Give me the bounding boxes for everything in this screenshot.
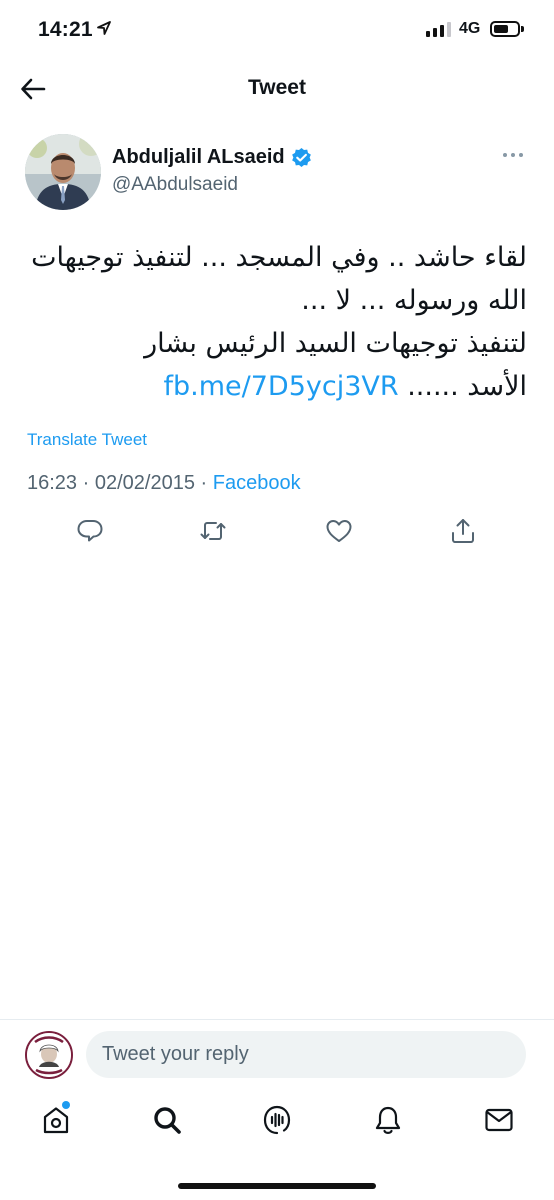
- like-button[interactable]: [325, 517, 353, 545]
- meta-separator: ·: [200, 472, 208, 494]
- divider: [0, 1019, 554, 1020]
- tweet-date: 02/02/2015: [94, 472, 195, 494]
- search-icon[interactable]: [152, 1104, 182, 1136]
- mail-icon[interactable]: [484, 1104, 514, 1136]
- tweet-time: 16:23: [27, 472, 78, 494]
- tweet-line: لتنفيذ توجيهات السيد الرئيس بشار: [144, 328, 527, 359]
- notification-dot: [62, 1101, 70, 1109]
- author-handle[interactable]: @AAbdulsaeid: [112, 174, 238, 196]
- home-indicator: [178, 1183, 376, 1189]
- battery-cap: [521, 26, 524, 32]
- bell-icon[interactable]: [373, 1104, 403, 1136]
- share-button[interactable]: [449, 517, 477, 545]
- reply-input[interactable]: [86, 1031, 526, 1078]
- retweet-button[interactable]: [199, 517, 227, 545]
- tweet-meta: 16:23 · 02/02/2015 · Facebook: [27, 472, 301, 495]
- spaces-icon[interactable]: [262, 1104, 292, 1136]
- status-time: 14:21: [38, 18, 93, 41]
- tweet-line: الله ورسوله ... لا ...: [301, 285, 527, 316]
- avatar-photo: [25, 134, 101, 210]
- tweet-line: لقاء حاشد .. وفي المسجد ... لتنفيذ توجيه…: [31, 242, 527, 273]
- signal-icon: [426, 22, 451, 37]
- location-arrow-icon: [97, 21, 111, 35]
- author-name-row[interactable]: Abduljalil ALsaeid: [112, 146, 312, 169]
- meta-separator: ·: [82, 472, 90, 494]
- user-avatar-image: [27, 1033, 71, 1077]
- speech-bubble-icon: [77, 520, 103, 542]
- author-avatar[interactable]: [25, 134, 101, 210]
- author-name[interactable]: Abduljalil ALsaeid: [112, 146, 285, 169]
- more-options-icon[interactable]: [503, 153, 523, 157]
- share-icon: [452, 519, 474, 543]
- tweet-source[interactable]: Facebook: [213, 472, 301, 494]
- tweet-line: الأسد ......: [407, 371, 527, 402]
- translate-tweet-link[interactable]: Translate Tweet: [27, 430, 147, 450]
- retweet-icon: [200, 522, 226, 540]
- user-avatar[interactable]: [25, 1031, 73, 1079]
- reply-button[interactable]: [76, 517, 104, 545]
- page-title: Tweet: [248, 76, 306, 99]
- tweet-line-with-link: الأسد ...... fb.me/7D5ycj3VR: [27, 365, 528, 408]
- tweet-link[interactable]: fb.me/7D5ycj3VR: [164, 371, 399, 402]
- tweet-text: لقاء حاشد .. وفي المسجد ... لتنفيذ توجيه…: [27, 236, 527, 408]
- battery-icon: [490, 21, 520, 37]
- heart-icon: [326, 520, 352, 542]
- network-type: 4G: [459, 20, 481, 37]
- verified-badge-icon: [291, 147, 311, 168]
